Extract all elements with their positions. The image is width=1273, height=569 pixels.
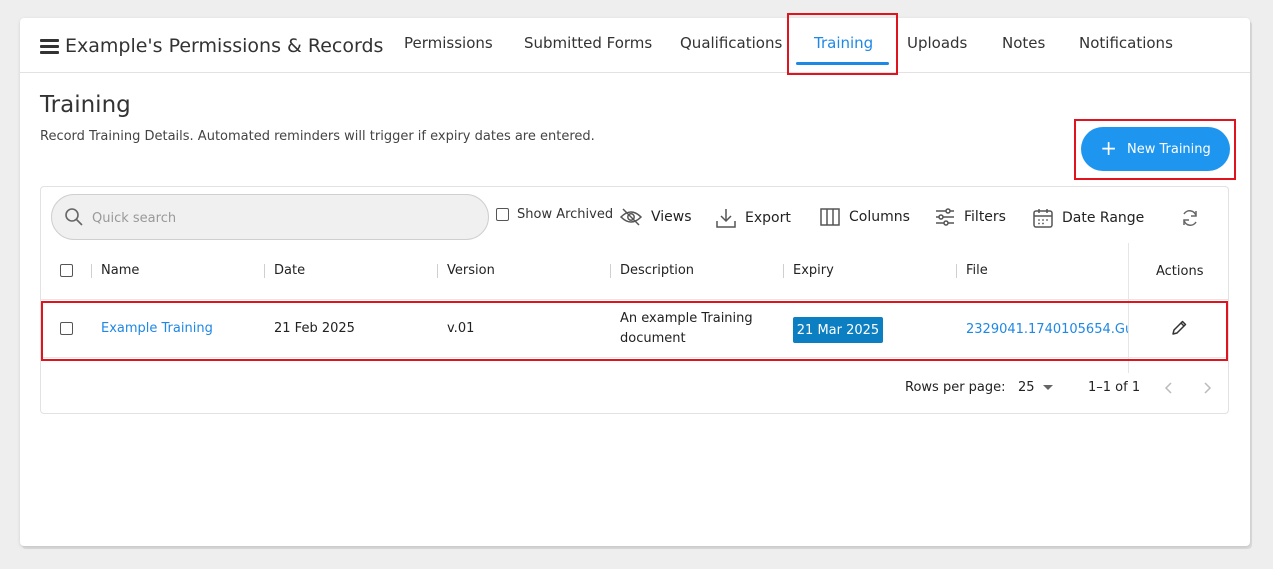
- new-training-button[interactable]: + New Training: [1081, 127, 1230, 171]
- tab-training[interactable]: Training: [814, 34, 873, 52]
- column-header-name[interactable]: Name: [101, 263, 139, 278]
- columns-icon: [820, 208, 840, 226]
- hamburger-menu-icon[interactable]: [40, 39, 59, 54]
- tab-uploads[interactable]: Uploads: [907, 34, 967, 52]
- column-separator: [264, 264, 265, 278]
- export-button[interactable]: Export: [715, 207, 791, 229]
- tab-notifications[interactable]: Notifications: [1079, 34, 1173, 52]
- filters-button[interactable]: Filters: [934, 207, 1006, 227]
- dropdown-arrow-icon: [1042, 384, 1053, 390]
- app-title: Example's Permissions & Records: [65, 35, 384, 57]
- new-training-label: New Training: [1126, 141, 1211, 157]
- tab-qualifications[interactable]: Qualifications: [680, 34, 782, 52]
- description-line-2: document: [620, 331, 686, 346]
- views-button[interactable]: Views: [619, 207, 692, 227]
- training-table: Show Archived Views Export: [40, 186, 1229, 414]
- views-label: Views: [651, 209, 692, 225]
- description-line-1: An example Training: [620, 311, 753, 326]
- tab-permissions[interactable]: Permissions: [404, 34, 493, 52]
- quick-search: [51, 194, 489, 240]
- training-date: 21 Feb 2025: [274, 321, 355, 336]
- rows-per-page-value: 25: [1018, 380, 1035, 395]
- column-header-file[interactable]: File: [966, 263, 988, 278]
- refresh-icon[interactable]: [1180, 208, 1200, 228]
- main-card: Example's Permissions & Records Permissi…: [20, 13, 1250, 546]
- expiry-badge: 21 Mar 2025: [793, 317, 883, 343]
- row-checkbox[interactable]: [60, 322, 73, 335]
- show-archived-label: Show Archived: [517, 207, 614, 222]
- page-title: Training: [40, 92, 131, 118]
- filters-label: Filters: [964, 209, 1006, 225]
- rows-per-page-select[interactable]: 25: [1018, 380, 1053, 395]
- column-header-expiry[interactable]: Expiry: [793, 263, 834, 278]
- column-separator: [783, 264, 784, 278]
- tab-submitted-forms[interactable]: Submitted Forms: [524, 34, 652, 52]
- previous-page-icon[interactable]: [1163, 381, 1175, 395]
- search-icon: [65, 208, 83, 226]
- active-tab-indicator: [796, 62, 889, 65]
- column-header-actions: Actions: [1156, 264, 1204, 279]
- show-archived-checkbox[interactable]: [496, 208, 509, 221]
- top-bar: Example's Permissions & Records Permissi…: [20, 18, 1250, 73]
- search-input[interactable]: [90, 205, 474, 231]
- show-archived-toggle[interactable]: Show Archived: [496, 207, 613, 222]
- select-all-checkbox[interactable]: [60, 264, 73, 277]
- training-version: v.01: [447, 321, 475, 336]
- column-header-version[interactable]: Version: [447, 263, 495, 278]
- tab-notes[interactable]: Notes: [1002, 34, 1045, 52]
- file-link[interactable]: 2329041.1740105654.Guide: [966, 322, 1128, 337]
- plus-icon: +: [1100, 136, 1117, 160]
- next-page-icon[interactable]: [1201, 381, 1213, 395]
- row-divider: [41, 357, 1228, 358]
- column-header-description[interactable]: Description: [620, 263, 694, 278]
- column-separator: [956, 264, 957, 278]
- pagination-range: 1–1 of 1: [1088, 380, 1141, 395]
- column-separator: [437, 264, 438, 278]
- column-separator: [91, 264, 92, 278]
- training-name-link[interactable]: Example Training: [101, 321, 213, 336]
- columns-label: Columns: [849, 209, 910, 225]
- rows-per-page-label: Rows per page:: [905, 380, 1006, 395]
- actions-column-divider: [1128, 243, 1129, 373]
- page-subtitle: Record Training Details. Automated remin…: [40, 129, 595, 144]
- eye-off-icon: [619, 208, 643, 226]
- date-range-label: Date Range: [1062, 210, 1145, 226]
- filter-sliders-icon: [936, 208, 954, 226]
- export-label: Export: [745, 210, 791, 226]
- columns-button[interactable]: Columns: [819, 207, 910, 227]
- download-icon: [716, 209, 736, 228]
- column-header-date[interactable]: Date: [274, 263, 305, 278]
- column-separator: [610, 264, 611, 278]
- calendar-icon: [1033, 209, 1053, 228]
- edit-pencil-icon[interactable]: [1170, 319, 1188, 337]
- header-divider: [41, 299, 1228, 300]
- date-range-button[interactable]: Date Range: [1032, 207, 1144, 229]
